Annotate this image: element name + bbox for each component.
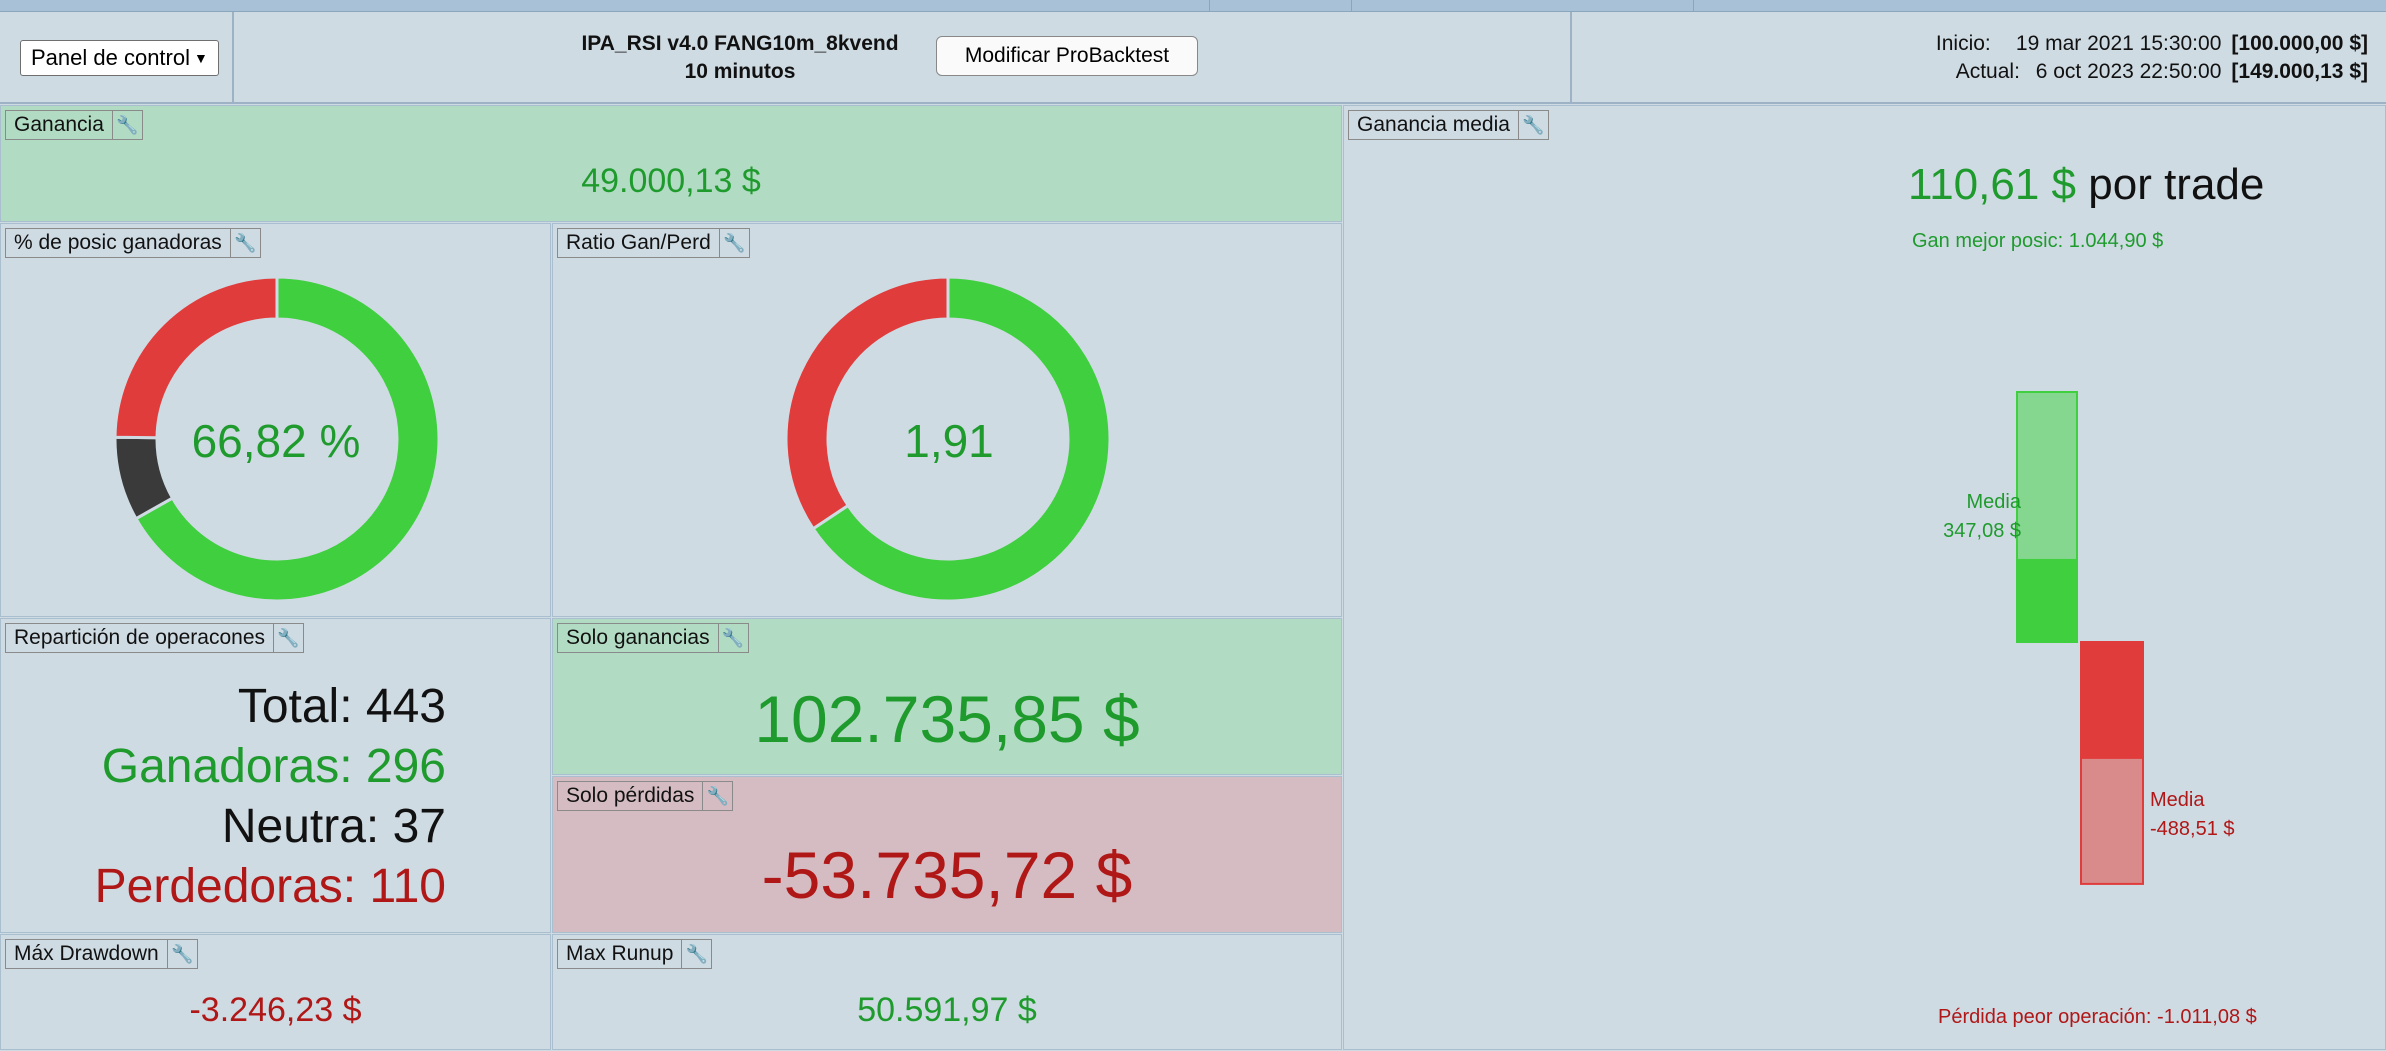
tab-segment[interactable]: [0, 0, 1210, 12]
max-drawdown-value: -3.246,23 $: [189, 991, 362, 1029]
wrench-icon[interactable]: 🔧: [112, 110, 143, 140]
wrench-icon[interactable]: 🔧: [274, 623, 304, 653]
neutral-count: 37: [392, 800, 446, 853]
max-drawdown-panel: Máx Drawdown 🔧 -3.246,23 $: [0, 934, 551, 1050]
max-drawdown-title: Máx Drawdown: [5, 939, 168, 969]
panel-title: Repartición de operacones 🔧: [5, 623, 304, 653]
top-tab-strip: [0, 0, 2386, 12]
panel-title: Máx Drawdown 🔧: [5, 939, 198, 969]
total-count: 443: [365, 680, 446, 733]
avg-loss-value: -488,51 $: [2150, 818, 2235, 840]
date-range: Inicio: 19 mar 2021 15:30:00 [100.000,00…: [1936, 30, 2368, 86]
dashboard-dropdown[interactable]: Panel de control ▼: [20, 40, 219, 76]
tab-segment[interactable]: [1352, 0, 1694, 12]
only-losses-panel: Solo pérdidas 🔧 -53.735,72 $: [552, 776, 1342, 933]
losers-row: Perdedoras: 110: [95, 857, 446, 917]
current-value: [149.000,13 $]: [2231, 60, 2368, 83]
only-losses-title: Solo pérdidas: [557, 781, 704, 811]
losers-count: 110: [369, 860, 446, 913]
divider: [1570, 12, 1572, 104]
panel-title: Max Runup 🔧: [557, 939, 713, 969]
wrench-icon[interactable]: 🔧: [703, 781, 734, 811]
winning-pct-value: 66,82 %: [191, 415, 361, 467]
header-bar: Panel de control ▼ IPA_RSI v4.0 FANG10m_…: [0, 12, 2386, 104]
avg-win-label: Media: [1966, 491, 2021, 513]
winners-label: Ganadoras:: [101, 740, 353, 793]
donut-slice-pérdidas: [784, 275, 950, 531]
wrench-icon[interactable]: 🔧: [167, 939, 198, 969]
chevron-down-icon: ▼: [194, 50, 208, 66]
current-date: 6 oct 2023 22:50:00: [2035, 60, 2222, 83]
avg-gain-bar-chart: [2016, 391, 2144, 885]
max-runup-value: 50.591,97 $: [857, 991, 1037, 1029]
breakdown-panel: Repartición de operacones 🔧 Total: 443 G…: [0, 618, 551, 933]
avg-win-annotation: Media 347,08 $: [1901, 488, 2021, 546]
panel-title: Solo ganancias 🔧: [557, 623, 749, 653]
max-runup-title: Max Runup: [557, 939, 683, 969]
modify-probacktest-button[interactable]: Modificar ProBacktest: [936, 36, 1198, 76]
avg-loss-label: Media: [2150, 789, 2205, 811]
panel-title: Solo pérdidas 🔧: [557, 781, 734, 811]
current-label: Actual:: [1955, 60, 2020, 83]
max-runup-panel: Max Runup 🔧 50.591,97 $: [552, 934, 1342, 1050]
total-label: Total:: [237, 680, 353, 733]
only-gains-value: 102.735,85 $: [754, 682, 1140, 756]
losers-label: Perdedoras:: [94, 860, 357, 913]
ratio-value: 1,91: [904, 415, 994, 467]
gain-title: Ganancia: [5, 110, 113, 140]
start-value: [100.000,00 $]: [2231, 32, 2368, 55]
gain-value: 49.000,13 $: [581, 162, 761, 200]
start-label: Inicio:: [1935, 32, 1991, 55]
only-losses-value: -53.735,72 $: [761, 838, 1133, 912]
timeframe: 10 minutos: [684, 60, 796, 83]
wrench-icon[interactable]: 🔧: [718, 623, 749, 653]
avg-loss-bar: [2081, 642, 2143, 759]
neutral-row: Neutra: 37: [95, 797, 446, 857]
only-gains-title: Solo ganancias: [557, 623, 719, 653]
strategy-name: IPA_RSI v4.0 FANG10m_8kvend: [581, 32, 899, 55]
panel-title: Ganancia 🔧: [5, 110, 143, 140]
dashboard-dropdown-label: Panel de control: [31, 45, 190, 70]
start-date: 19 mar 2021 15:30:00: [2015, 32, 2222, 55]
trade-breakdown-list: Total: 443 Ganadoras: 296 Neutra: 37 Per…: [95, 677, 446, 917]
only-gains-panel: Solo ganancias 🔧 102.735,85 $: [552, 618, 1342, 775]
breakdown-title: Repartición de operacones: [5, 623, 274, 653]
ratio-panel: Ratio Gan/Perd 🔧 1,91: [552, 223, 1342, 617]
total-row: Total: 443: [95, 677, 446, 737]
avg-win-bar: [2017, 558, 2077, 642]
avg-loss-annotation: Media -488,51 $: [2150, 786, 2235, 844]
neutral-label: Neutra:: [221, 800, 380, 853]
gain-panel: Ganancia 🔧 49.000,13 $: [0, 105, 1342, 222]
worst-loss-label: Pérdida peor operación: -1.011,08 $: [1938, 1006, 2257, 1028]
divider: [232, 12, 234, 104]
avg-gain-panel: Ganancia media 🔧 110,61 $ por trade Gan …: [1343, 105, 2386, 1050]
wrench-icon[interactable]: 🔧: [682, 939, 713, 969]
winners-row: Ganadoras: 296: [95, 737, 446, 797]
avg-win-value: 347,08 $: [1943, 520, 2021, 542]
tab-segment[interactable]: [1210, 0, 1352, 12]
winning-pct-panel: % de posic ganadoras 🔧 66,82 %: [0, 223, 551, 617]
winners-count: 296: [365, 740, 446, 793]
strategy-title: IPA_RSI v4.0 FANG10m_8kvend 10 minutos: [560, 30, 920, 86]
